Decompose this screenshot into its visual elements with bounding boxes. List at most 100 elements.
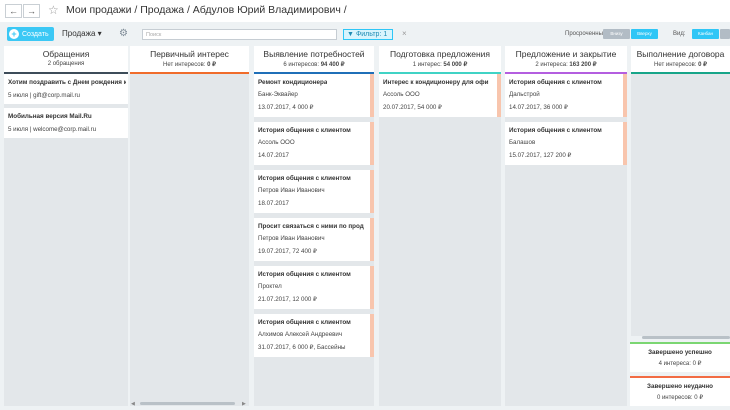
overdue-label: Просроченные:	[565, 31, 608, 37]
deal-card[interactable]: История общения с клиентом Ассоль ООО 14…	[254, 122, 374, 165]
summary-count: 6 интересов:	[283, 62, 320, 68]
stage-body: Хотим поздравить с Днем рождения ко 5 ию…	[4, 74, 128, 406]
filter-icon: ▼	[347, 31, 354, 38]
stage-body: Интерес к кондиционеру для офи Ассоль ОО…	[379, 74, 501, 406]
stage-summary: Нет интересов: 0 ₽	[631, 61, 730, 68]
card-title: Просит связаться с ними по прод	[258, 223, 364, 230]
card-client: Банк-Эквайер	[258, 91, 298, 98]
stage-summary: 1 интерес: 54 000 ₽	[379, 61, 501, 68]
card-title: История общения с клиентом	[509, 127, 602, 134]
card-title: Интерес к кондиционеру для офи	[383, 79, 489, 86]
scroll-right-icon[interactable]: ▶	[242, 401, 246, 407]
final-stage-title: Завершено неудачно	[647, 383, 713, 390]
card-title: Ремонт кондиционера	[258, 79, 328, 86]
summary-count: 1 интерес:	[412, 62, 442, 68]
card-date-sum: 18.07.2017	[258, 200, 289, 207]
summary-sum: 94 400 ₽	[320, 62, 345, 68]
view-list-toggle[interactable]	[720, 29, 730, 39]
stage-header[interactable]: Подготовка предложения 1 интерес: 54 000…	[379, 46, 501, 74]
card-title: История общения с клиентом	[509, 79, 602, 86]
stage-body: Ремонт кондиционера Банк-Эквайер 13.07.2…	[254, 74, 374, 406]
card-title: История общения с клиентом	[258, 127, 351, 134]
deal-card[interactable]: История общения с клиентом Петров Иван И…	[254, 170, 374, 213]
card-status-stripe	[623, 74, 627, 117]
card-status-stripe	[370, 122, 374, 165]
card-status-stripe	[370, 266, 374, 309]
card-title: История общения с клиентом	[258, 271, 351, 278]
summary-sum: 0 ₽	[698, 62, 707, 68]
stage-body	[631, 74, 730, 336]
summary-count: Нет интересов:	[653, 62, 697, 68]
card-date-sum: 21.07.2017, 12 000 ₽	[258, 296, 317, 303]
card-title: История общения с клиентом	[258, 319, 351, 326]
deal-card[interactable]: Ремонт кондиционера Банк-Эквайер 13.07.2…	[254, 74, 374, 117]
stage-title: Подготовка предложения	[389, 49, 491, 59]
stage-title: Выявление потребностей	[263, 49, 365, 59]
final-stage-title: Завершено успешно	[648, 349, 712, 356]
stage-summary: Нет интересов: 0 ₽	[130, 61, 249, 68]
view-label: Вид:	[673, 31, 686, 37]
forward-button[interactable]: →	[23, 4, 40, 18]
deal-card[interactable]: История общения с клиентом Проктел 21.07…	[254, 266, 374, 309]
card-date-sum: 14.07.2017	[258, 152, 289, 159]
card-date-sum: 19.07.2017, 72 400 ₽	[258, 248, 317, 255]
card-client: Ассоль ООО	[383, 91, 420, 98]
toolbar: + Создать Продажа ▾ ⚙ Поиск ▼ Фильтр: 1 ×…	[0, 24, 730, 46]
stage-color-bar	[630, 376, 730, 378]
deal-card[interactable]: История общения с клиентом Балашов 15.07…	[505, 122, 627, 165]
card-status-stripe	[370, 314, 374, 357]
card-client: Ассоль ООО	[258, 139, 295, 146]
plus-icon: +	[9, 29, 19, 39]
overdue-top-toggle[interactable]: Вверху	[631, 29, 658, 39]
card-client: Проктел	[258, 283, 282, 290]
stage-summary: 6 интересов: 94 400 ₽	[254, 61, 374, 68]
filter-button[interactable]: ▼ Фильтр: 1	[343, 29, 393, 40]
card-client: Петров Иван Иванович	[258, 235, 325, 242]
lead-card[interactable]: Мобильная версия Mail.Ru 5 июля | welcom…	[4, 108, 128, 138]
pipeline-select[interactable]: Продажа ▾	[62, 29, 102, 38]
gear-icon[interactable]: ⚙	[119, 28, 128, 39]
deal-card[interactable]: История общения с клиентом Алхимов Алекс…	[254, 314, 374, 357]
deal-card[interactable]: Просит связаться с ними по прод Петров И…	[254, 218, 374, 261]
stage-title: Выполнение договора	[636, 49, 725, 59]
summary-sum: 0 ₽	[207, 62, 216, 68]
final-stage-success[interactable]: Завершено успешно 4 интереса: 0 ₽	[630, 342, 730, 372]
horizontal-scrollbar[interactable]	[642, 336, 730, 339]
summary-sum: 163 200 ₽	[569, 62, 597, 68]
breadcrumb: Мои продажи / Продажа / Абдулов Юрий Вла…	[66, 4, 347, 16]
card-client: Петров Иван Иванович	[258, 187, 325, 194]
back-button[interactable]: ←	[5, 4, 22, 18]
filter-label: Фильтр: 1	[355, 31, 388, 38]
stage-summary: 2 интереса: 163 200 ₽	[505, 61, 627, 68]
stage-header[interactable]: Выполнение договора Нет интересов: 0 ₽	[631, 46, 730, 74]
overdue-bottom-toggle[interactable]: Внизу	[603, 29, 630, 39]
stage-color-bar	[630, 342, 730, 344]
search-input[interactable]: Поиск	[142, 29, 337, 40]
clear-filter-icon[interactable]: ×	[402, 29, 407, 38]
stage-title: Обращения	[42, 49, 90, 59]
stage-header[interactable]: Выявление потребностей 6 интересов: 94 4…	[254, 46, 374, 74]
lead-card[interactable]: Хотим поздравить с Днем рождения ко 5 ию…	[4, 74, 128, 104]
deal-card[interactable]: История общения с клиентом Дальстрой 14.…	[505, 74, 627, 117]
final-stage-failure[interactable]: Завершено неудачно 0 интересов: 0 ₽	[630, 376, 730, 406]
title-bar: ← → ☆ Мои продажи / Продажа / Абдулов Юр…	[0, 0, 730, 22]
summary-sum: 54 000 ₽	[443, 62, 468, 68]
card-date-sum: 20.07.2017, 54 000 ₽	[383, 104, 442, 111]
create-button[interactable]: + Создать	[7, 27, 54, 41]
deal-card[interactable]: Интерес к кондиционеру для офи Ассоль ОО…	[379, 74, 501, 117]
stage-header[interactable]: Обращения 2 обращения	[4, 46, 128, 74]
card-title: Хотим поздравить с Днем рождения ко	[8, 79, 126, 86]
card-line: 5 июля | welcome@corp.mail.ru	[8, 126, 97, 133]
card-line: 5 июля | gift@corp.mail.ru	[8, 92, 80, 99]
pipeline-label: Продажа	[62, 29, 96, 38]
star-icon[interactable]: ☆	[48, 3, 59, 17]
scroll-left-icon[interactable]: ◀	[131, 401, 135, 407]
final-stage-summary: 0 интересов: 0 ₽	[656, 395, 704, 401]
view-kanban-toggle[interactable]: Канбан	[692, 29, 719, 39]
card-date-sum: 13.07.2017, 4 000 ₽	[258, 104, 314, 111]
stage-header[interactable]: Предложение и закрытие 2 интереса: 163 2…	[505, 46, 627, 74]
card-status-stripe	[370, 170, 374, 213]
horizontal-scrollbar[interactable]	[140, 402, 235, 405]
card-date-sum: 14.07.2017, 36 000 ₽	[509, 104, 568, 111]
stage-header[interactable]: Первичный интерес Нет интересов: 0 ₽	[130, 46, 249, 74]
